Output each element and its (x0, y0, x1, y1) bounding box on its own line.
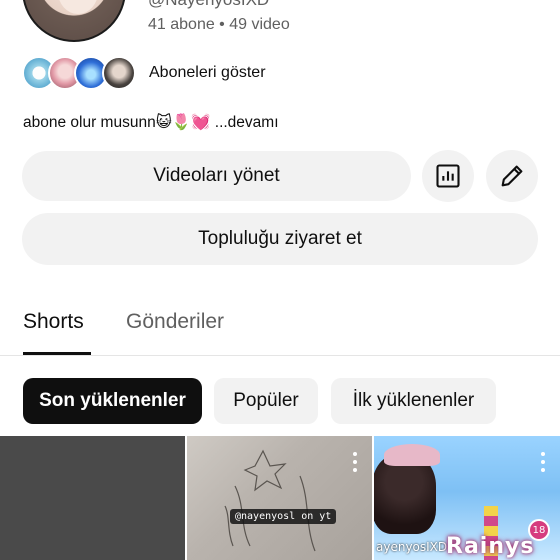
show-subscribers-link[interactable]: Aboneleri göster (149, 64, 266, 82)
avatar-face (58, 0, 98, 14)
chip-popular[interactable]: Popüler (214, 378, 318, 424)
channel-handle: @NayenyosIXD (148, 0, 269, 10)
visit-community-button[interactable]: Topluluğu ziyaret et (22, 213, 538, 265)
sketch-drawing (224, 449, 316, 552)
analytics-button[interactable] (422, 150, 474, 202)
subscribers-row[interactable] (22, 56, 138, 92)
short-username-overlay: ayenyosIXD (376, 540, 448, 554)
shorts-grid: @nayenyosl on yt ayenyosIXD Rainys 18 (0, 436, 560, 560)
short-caption: @nayenyosl on yt (230, 509, 337, 524)
bar-chart-icon (436, 164, 460, 188)
tab-posts[interactable]: Gönderiler (126, 310, 224, 334)
subscriber-avatars (22, 56, 138, 92)
sort-chips: Son yüklenenler Popüler İlk yüklenenler (0, 378, 560, 424)
more-options-icon[interactable] (352, 452, 358, 472)
pencil-icon (501, 165, 523, 187)
channel-tabs: Shorts Gönderiler (0, 296, 560, 356)
channel-avatar[interactable] (22, 0, 126, 42)
game-logo-text: Rainys (446, 534, 535, 559)
chip-latest[interactable]: Son yüklenenler (23, 378, 202, 424)
edit-channel-button[interactable] (486, 150, 538, 202)
active-tab-indicator (23, 352, 91, 355)
age-badge: 18 (528, 519, 550, 541)
manage-videos-button[interactable]: Videoları yönet (22, 151, 411, 201)
chip-oldest[interactable]: İlk yüklenenler (331, 378, 496, 424)
manage-videos-label: Videoları yönet (153, 165, 280, 186)
short-thumbnail[interactable]: @nayenyosl on yt (187, 436, 372, 560)
game-character (374, 454, 436, 534)
visit-community-label: Topluluğu ziyaret et (198, 228, 362, 249)
channel-stats: 41 abone • 49 video (148, 16, 290, 33)
tab-shorts[interactable]: Shorts (23, 310, 84, 334)
channel-description[interactable]: abone olur musunn😺🌷💓 ...devamı (23, 113, 279, 132)
short-thumbnail[interactable] (0, 436, 185, 560)
subscriber-avatar (102, 56, 136, 90)
more-options-icon[interactable] (540, 452, 546, 472)
short-thumbnail[interactable]: ayenyosIXD Rainys 18 (374, 436, 560, 560)
game-character-hat (384, 444, 440, 466)
